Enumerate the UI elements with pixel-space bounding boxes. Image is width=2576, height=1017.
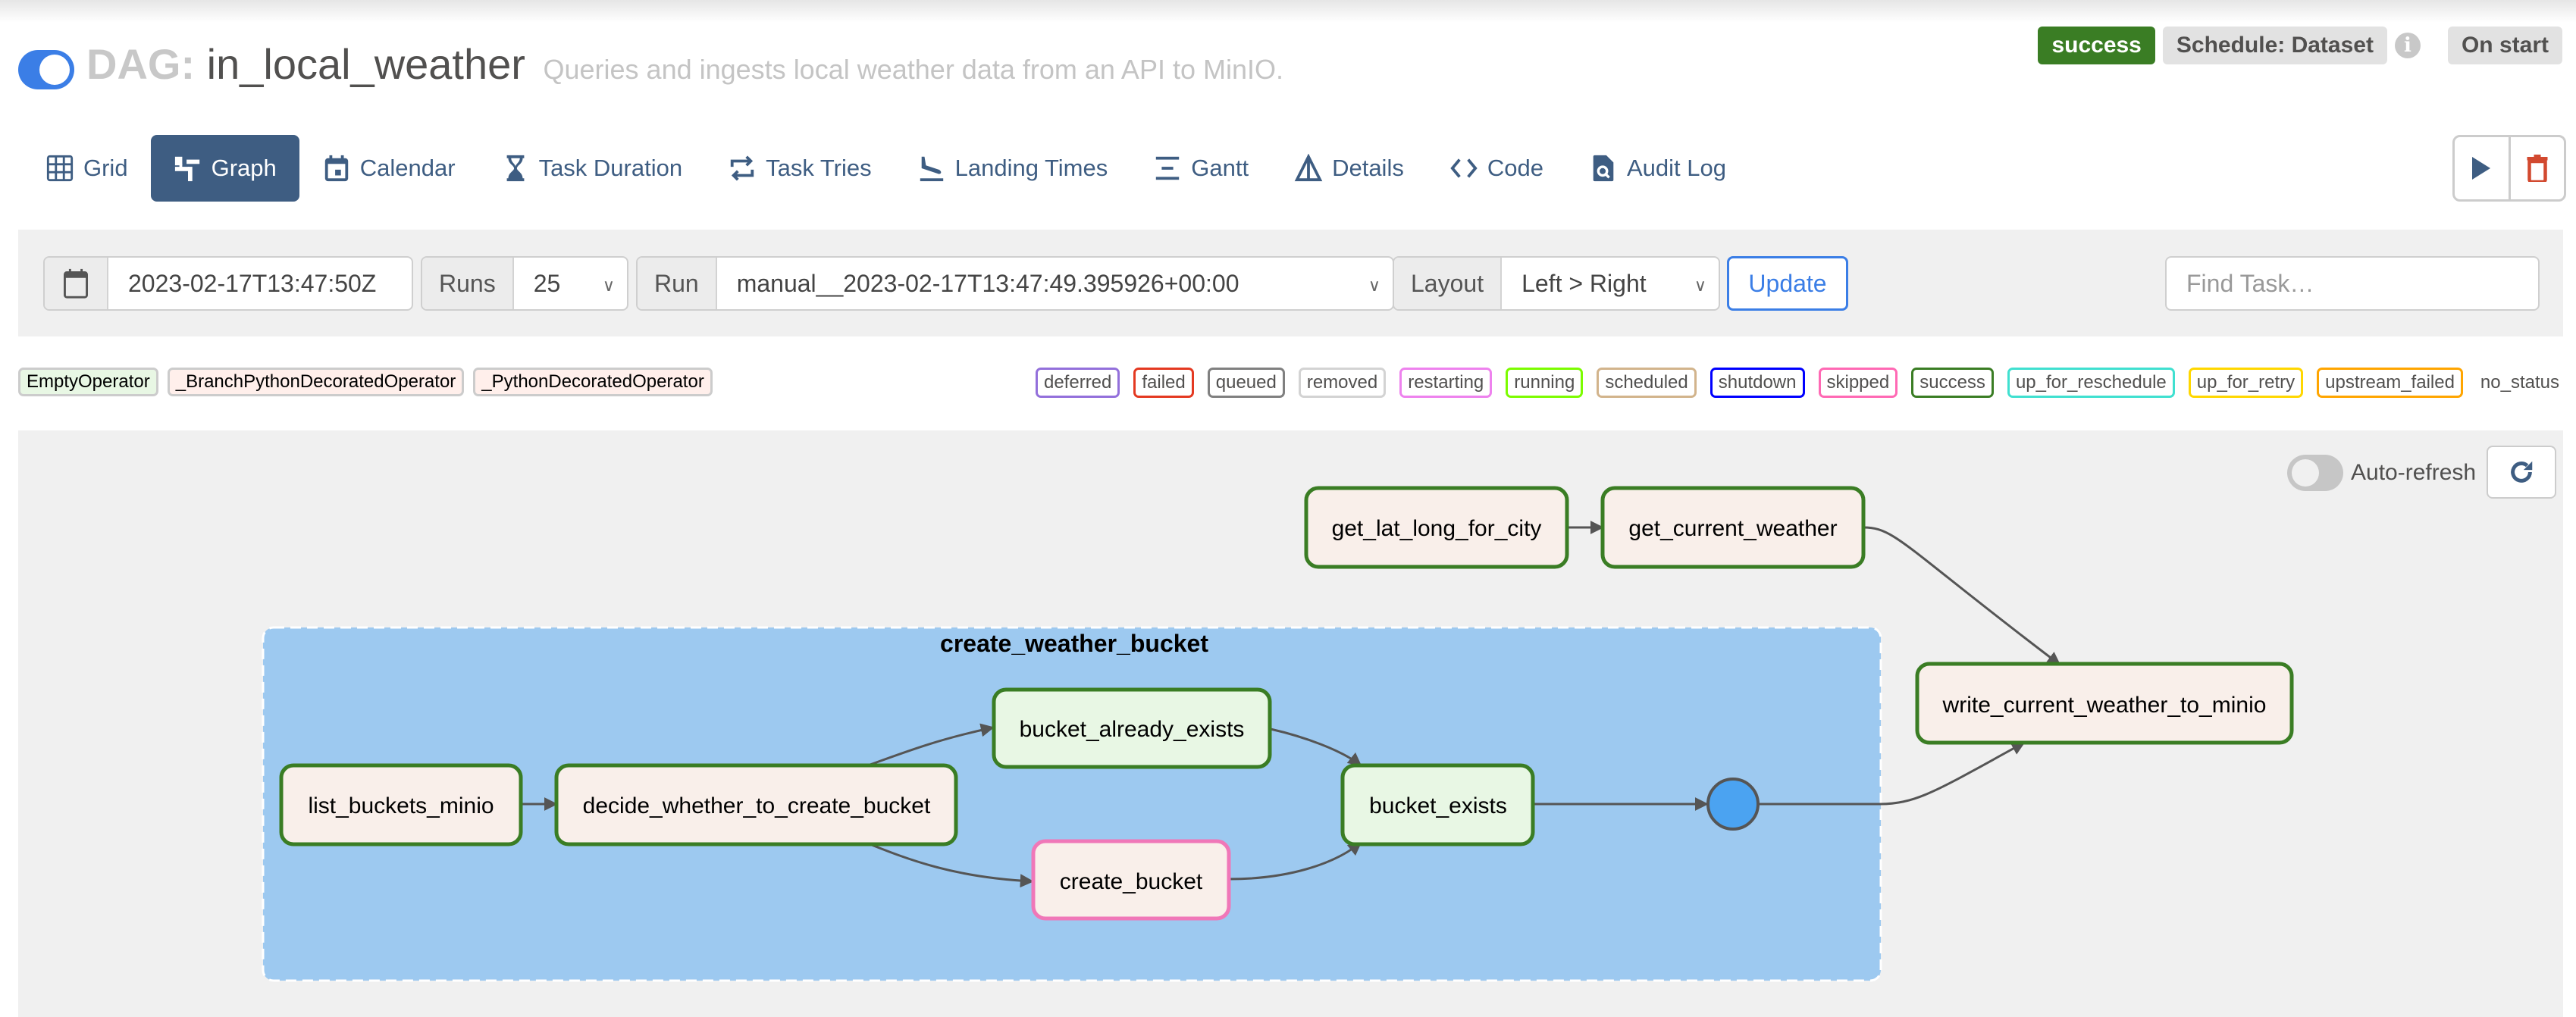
auto-refresh: Auto-refresh <box>2287 455 2476 491</box>
task-label: write_current_weather_to_minio <box>1942 693 2267 718</box>
refresh-icon <box>2511 461 2533 483</box>
task-node-get-lat-long-for-city[interactable]: get_lat_long_for_city <box>1304 486 1569 569</box>
task-group-label: create_weather_bucket <box>940 630 1208 657</box>
auto-refresh-label: Auto-refresh <box>2351 460 2477 485</box>
task-node-write-current-weather-to-minio[interactable]: write_current_weather_to_minio <box>1915 662 2294 745</box>
task-label: get_lat_long_for_city <box>1332 516 1542 541</box>
refresh-button[interactable] <box>2487 446 2556 499</box>
toggle-knob <box>2292 459 2319 487</box>
task-label: decide_whether_to_create_bucket <box>583 793 931 818</box>
task-label: list_buckets_minio <box>308 793 494 818</box>
task-node-create-bucket[interactable]: create_bucket <box>1031 839 1231 921</box>
task-label: get_current_weather <box>1628 516 1837 541</box>
task-node-decide-whether-to-create-bucket[interactable]: decide_whether_to_create_bucket <box>554 763 958 846</box>
task-label: create_bucket <box>1060 869 1203 894</box>
auto-refresh-toggle[interactable] <box>2287 455 2343 491</box>
dag-graph: create_weather_bucket get_lat_long_for_c… <box>262 486 2294 982</box>
task-node-bucket-exists[interactable]: bucket_exists <box>1340 763 1535 846</box>
edge <box>1863 526 2061 666</box>
task-node-list-buckets-minio[interactable]: list_buckets_minio <box>279 763 523 846</box>
task-label: bucket_exists <box>1369 793 1507 818</box>
task-node-get-current-weather[interactable]: get_current_weather <box>1600 486 1866 569</box>
group-join-node[interactable] <box>1706 778 1760 831</box>
task-label: bucket_already_exists <box>1020 717 1245 742</box>
task-node-bucket-already-exists[interactable]: bucket_already_exists <box>992 687 1272 769</box>
